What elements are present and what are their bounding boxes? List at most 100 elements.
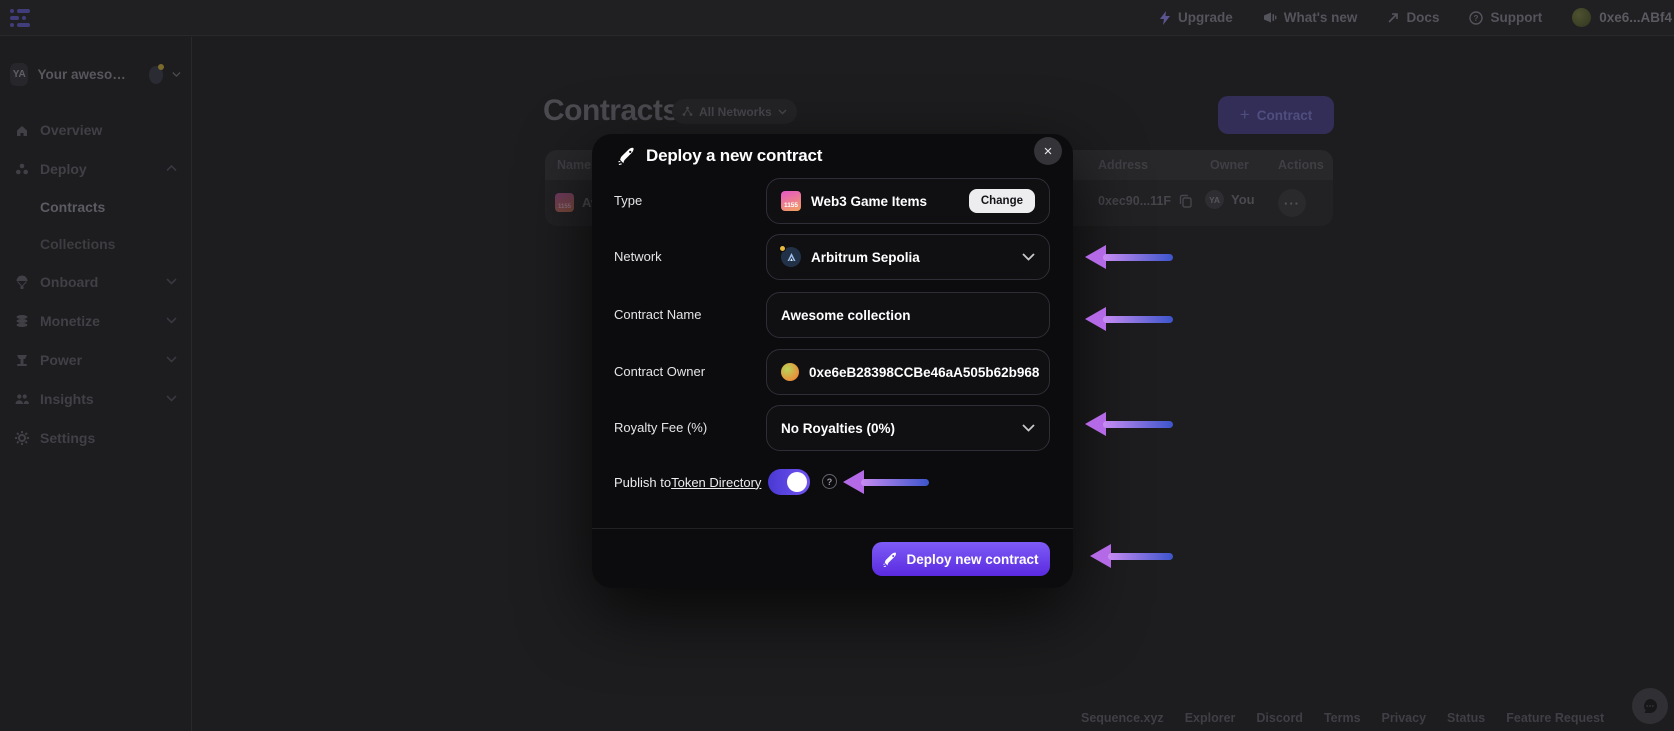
sidebar-item-overview[interactable]: Overview bbox=[8, 110, 183, 149]
publish-toggle[interactable] bbox=[768, 469, 810, 495]
project-selector[interactable]: YA Your aweso… bbox=[0, 37, 191, 104]
close-icon[interactable]: × bbox=[1034, 137, 1062, 165]
network-icon bbox=[682, 106, 693, 117]
network-value: Arbitrum Sepolia bbox=[811, 250, 920, 265]
sidebar-item-label: Settings bbox=[40, 430, 95, 446]
wallet-avatar bbox=[1572, 8, 1591, 27]
chevron-down-icon bbox=[172, 71, 181, 78]
contract-owner-cell: YA You bbox=[1205, 190, 1255, 209]
type-field: 1155 Web3 Game Items Change bbox=[766, 178, 1050, 224]
publish-label: Publish to bbox=[614, 475, 671, 490]
upgrade-button[interactable]: Upgrade bbox=[1159, 10, 1233, 25]
sequence-logo-icon[interactable] bbox=[10, 9, 30, 27]
footer-link-status[interactable]: Status bbox=[1447, 711, 1485, 725]
footer-link-explorer[interactable]: Explorer bbox=[1185, 711, 1236, 725]
footer: Sequence.xyz Explorer Discord Terms Priv… bbox=[1081, 711, 1604, 725]
modal-footer: Deploy new contract bbox=[592, 528, 1073, 588]
sidebar-item-label: Collections bbox=[40, 236, 115, 252]
wallet-menu[interactable]: 0xe6...ABf4 bbox=[1572, 8, 1672, 27]
row-actions-button[interactable]: ··· bbox=[1278, 189, 1306, 217]
toggle-knob bbox=[787, 472, 807, 492]
column-header-owner: Owner bbox=[1210, 158, 1249, 172]
upgrade-label: Upgrade bbox=[1178, 10, 1233, 25]
contract-name-input[interactable]: Awesome collection bbox=[766, 292, 1050, 338]
contract-owner-label: Contract Owner bbox=[614, 349, 759, 395]
megaphone-icon bbox=[1263, 11, 1277, 24]
chevron-down-icon bbox=[1022, 424, 1035, 432]
coins-icon bbox=[14, 313, 30, 329]
sidebar-item-settings[interactable]: Settings bbox=[8, 418, 183, 457]
sidebar-item-monetize[interactable]: Monetize bbox=[8, 301, 183, 340]
chat-widget-button[interactable] bbox=[1632, 688, 1668, 724]
whats-new-button[interactable]: What's new bbox=[1263, 10, 1358, 25]
royalty-value: No Royalties (0%) bbox=[781, 421, 895, 436]
column-header-actions: Actions bbox=[1278, 158, 1324, 172]
chevron-down-icon bbox=[778, 109, 787, 115]
chevron-up-icon bbox=[166, 165, 177, 172]
sidebar-item-deploy[interactable]: Deploy bbox=[8, 149, 183, 188]
modal-header: Deploy a new contract bbox=[618, 146, 822, 166]
support-button[interactable]: ? Support bbox=[1469, 10, 1542, 25]
testnet-badge bbox=[779, 245, 786, 252]
lightning-icon bbox=[1159, 11, 1171, 25]
deploy-button-label: Deploy new contract bbox=[906, 552, 1038, 567]
network-select[interactable]: Arbitrum Sepolia bbox=[766, 234, 1050, 280]
project-network-icon bbox=[149, 66, 163, 84]
sidebar-item-label: Contracts bbox=[40, 199, 105, 215]
owner-avatar-icon bbox=[781, 363, 799, 381]
footer-link-feature-request[interactable]: Feature Request bbox=[1506, 711, 1604, 725]
sidebar-item-power[interactable]: Power bbox=[8, 340, 183, 379]
question-circle-icon: ? bbox=[1469, 11, 1483, 25]
rocket-icon bbox=[883, 552, 898, 567]
sidebar-item-contracts[interactable]: Contracts bbox=[8, 188, 183, 225]
contract-owner-field: 0xe6eB28398CCBe46aA505b62b968 bbox=[766, 349, 1050, 395]
deploy-icon bbox=[14, 161, 30, 177]
column-header-address: Address bbox=[1098, 158, 1148, 172]
erc1155-icon: 1155 bbox=[781, 191, 801, 211]
chevron-down-icon bbox=[166, 395, 177, 402]
parachute-icon bbox=[14, 274, 30, 290]
sidebar-item-label: Monetize bbox=[40, 313, 100, 329]
deploy-new-contract-button[interactable]: Deploy new contract bbox=[872, 542, 1050, 576]
sidebar-nav: Overview Deploy Contracts Collections On… bbox=[0, 104, 191, 463]
project-name: Your aweso… bbox=[37, 67, 125, 82]
sidebar-item-collections[interactable]: Collections bbox=[8, 225, 183, 262]
sidebar-item-onboard[interactable]: Onboard bbox=[8, 262, 183, 301]
network-label: Network bbox=[614, 234, 759, 280]
contract-address-text: 0xec90...11F bbox=[1098, 194, 1171, 208]
docs-link[interactable]: Docs bbox=[1387, 10, 1439, 25]
sidebar-item-insights[interactable]: Insights bbox=[8, 379, 183, 418]
whats-new-label: What's new bbox=[1284, 10, 1358, 25]
contract-address-cell: 0xec90...11F bbox=[1098, 194, 1192, 208]
new-contract-label: Contract bbox=[1257, 108, 1313, 123]
docs-label: Docs bbox=[1406, 10, 1439, 25]
sidebar-item-label: Onboard bbox=[40, 274, 98, 290]
topbar: Upgrade What's new Docs ? Support 0xe6..… bbox=[0, 0, 1674, 36]
chat-bubble-icon bbox=[1641, 697, 1659, 715]
network-filter[interactable]: All Networks bbox=[672, 99, 797, 124]
contract-name-label: Contract Name bbox=[614, 292, 759, 338]
owner-text: You bbox=[1231, 192, 1255, 207]
gear-icon bbox=[14, 430, 30, 446]
contract-owner-value: 0xe6eB28398CCBe46aA505b62b968 bbox=[809, 365, 1039, 380]
footer-link-sequence[interactable]: Sequence.xyz bbox=[1081, 711, 1164, 725]
publish-row: Publish to Token Directory bbox=[614, 469, 761, 495]
token-directory-link[interactable]: Token Directory bbox=[671, 475, 761, 490]
home-icon bbox=[14, 122, 30, 138]
new-contract-button[interactable]: + Contract bbox=[1218, 96, 1334, 134]
footer-link-terms[interactable]: Terms bbox=[1324, 711, 1361, 725]
anvil-icon bbox=[14, 352, 30, 368]
royalty-label: Royalty Fee (%) bbox=[614, 405, 759, 451]
project-avatar: YA bbox=[10, 63, 28, 86]
help-icon[interactable]: ? bbox=[822, 474, 837, 489]
contract-name-value: Awesome collection bbox=[781, 308, 911, 323]
chevron-down-icon bbox=[166, 278, 177, 285]
change-type-button[interactable]: Change bbox=[969, 189, 1035, 213]
app-screen: Upgrade What's new Docs ? Support 0xe6..… bbox=[0, 0, 1674, 731]
chevron-down-icon bbox=[1022, 253, 1035, 261]
copy-icon[interactable] bbox=[1179, 194, 1192, 208]
royalty-select[interactable]: No Royalties (0%) bbox=[766, 405, 1050, 451]
footer-link-privacy[interactable]: Privacy bbox=[1382, 711, 1426, 725]
footer-link-discord[interactable]: Discord bbox=[1256, 711, 1303, 725]
deploy-contract-modal: Deploy a new contract × Type 1155 Web3 G… bbox=[592, 134, 1073, 588]
